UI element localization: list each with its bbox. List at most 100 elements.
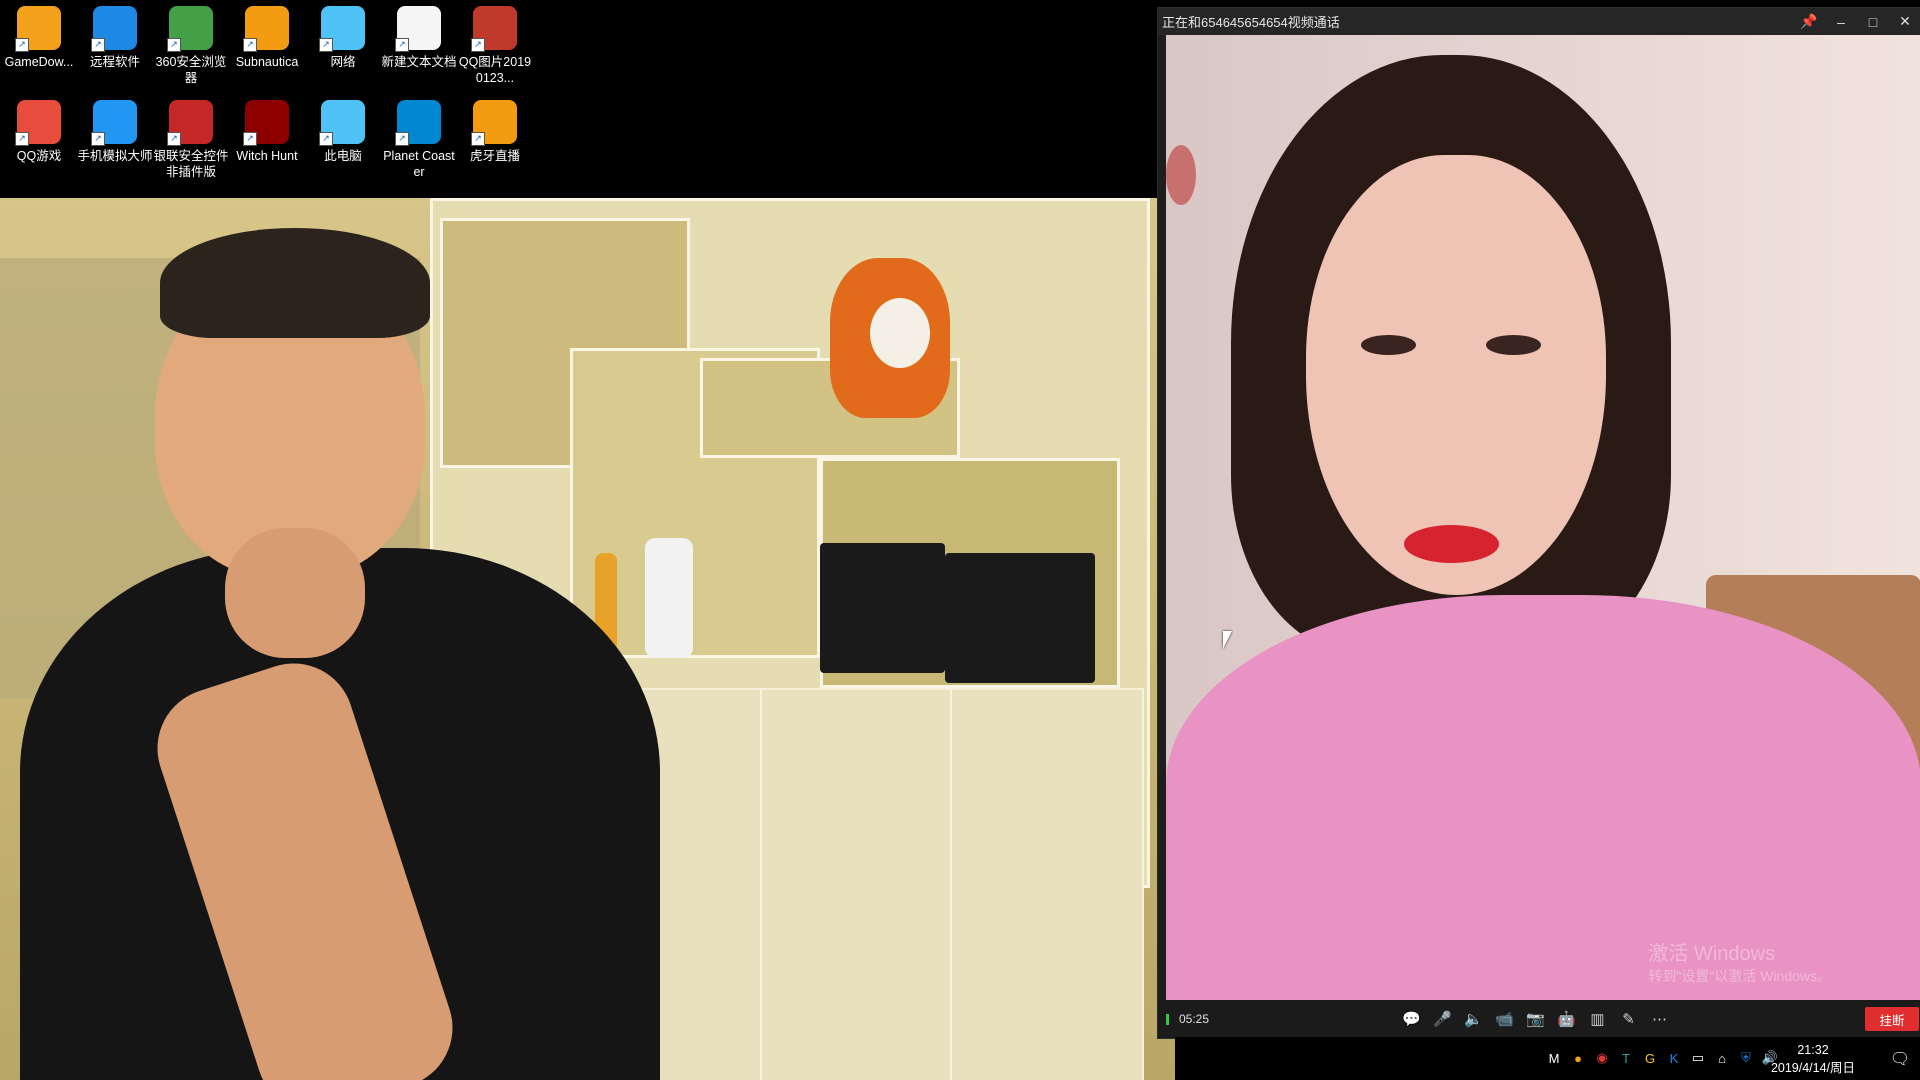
- desktop-icon-label: GameDow...: [4, 55, 74, 69]
- security-icon[interactable]: ⛨: [1737, 1049, 1755, 1067]
- desktop-icon[interactable]: ↗ 虎牙直播: [456, 100, 534, 164]
- person-hand: [225, 528, 365, 658]
- pin-icon[interactable]: 📌: [1793, 8, 1825, 35]
- phone-emulator-icon: ↗: [91, 100, 137, 146]
- chat-icon[interactable]: 💬: [1396, 1000, 1427, 1038]
- local-camera-feed: [0, 198, 1175, 1080]
- gamedownload-icon: ↗: [15, 6, 61, 52]
- shortcut-arrow-icon: ↗: [243, 38, 257, 52]
- desktop-icon-label: 虎牙直播: [469, 149, 520, 163]
- live-indicator: [1166, 1013, 1169, 1025]
- huya-live-icon: ↗: [471, 100, 517, 146]
- gmail-icon[interactable]: M: [1545, 1049, 1563, 1067]
- desktop-icon[interactable]: ↗ 银联安全控件非插件版: [152, 100, 230, 180]
- remote-camera-feed: 激活 Windows 转到"设置"以激活 Windows。: [1166, 35, 1920, 1000]
- watermark-title: 激活 Windows: [1648, 943, 1776, 965]
- desktop-icon-label: 手机模拟大师: [77, 149, 153, 163]
- notification-icon[interactable]: 🗨: [1888, 1047, 1912, 1071]
- desktop-icon-label: 远程软件: [89, 55, 140, 69]
- remote-person-lips: [1404, 525, 1499, 563]
- call-control-bar: 05:25 💬 🎤 🔈 📹 📷 🤖 ▥ ✎ ⋯ 挂断: [1158, 1000, 1920, 1038]
- display-icon[interactable]: ▭: [1689, 1049, 1707, 1067]
- g-icon[interactable]: G: [1641, 1049, 1659, 1067]
- k-icon[interactable]: K: [1665, 1049, 1683, 1067]
- game-icon[interactable]: ●: [1569, 1049, 1587, 1067]
- desktop-icon-label: Witch Hunt: [236, 149, 298, 163]
- shortcut-arrow-icon: ↗: [319, 38, 333, 52]
- desktop-icon-label: 新建文本文档: [381, 55, 457, 69]
- text-document-icon: ↗: [395, 6, 441, 52]
- call-timer: 05:25: [1166, 1012, 1209, 1026]
- video-call-window[interactable]: 正在和6546456546​54视频通话 📌 – □ ✕ 激活 Windows …: [1157, 7, 1920, 1039]
- shortcut-arrow-icon: ↗: [395, 38, 409, 52]
- hangup-button[interactable]: 挂断: [1865, 1007, 1919, 1031]
- camera-toggle-icon[interactable]: 📹: [1489, 1000, 1520, 1038]
- shortcut-arrow-icon: ↗: [471, 38, 485, 52]
- desktop-icon[interactable]: ↗ QQ图片20190123...: [456, 6, 534, 86]
- mouse-cursor-icon: [1223, 631, 1232, 649]
- shortcut-arrow-icon: ↗: [319, 132, 333, 146]
- shortcut-arrow-icon: ↗: [395, 132, 409, 146]
- desktop-icon[interactable]: ↗ 网络: [304, 6, 382, 70]
- shortcut-arrow-icon: ↗: [15, 132, 29, 146]
- chrome-icon[interactable]: ◉: [1593, 1049, 1611, 1067]
- person-hair: [160, 228, 430, 338]
- watermark-subtitle: 转到"设置"以激活 Windows。: [1648, 968, 1831, 984]
- desktop-icon-label: 网络: [330, 55, 356, 69]
- maximize-icon[interactable]: □: [1857, 8, 1889, 35]
- title-bar[interactable]: 正在和6546456546​54视频通话 📌 – □ ✕: [1158, 8, 1920, 35]
- desktop-icon[interactable]: ↗ 新建文本文档: [380, 6, 458, 70]
- this-pc-icon: ↗: [319, 100, 365, 146]
- clock-date: 2019/4/14/周日: [1770, 1061, 1856, 1075]
- qq-image-icon: ↗: [471, 6, 517, 52]
- speaker: [945, 553, 1095, 683]
- teamviewer-icon: ↗: [91, 6, 137, 52]
- screenshot-icon[interactable]: 📷: [1520, 1000, 1551, 1038]
- window-title: 正在和6546456546​54视频通话: [1162, 15, 1340, 30]
- network-globe-icon: ↗: [319, 6, 365, 52]
- white-toy: [870, 298, 930, 368]
- shortcut-arrow-icon: ↗: [243, 132, 257, 146]
- speaker-icon[interactable]: 🔈: [1458, 1000, 1489, 1038]
- cabinet-door: [950, 688, 1144, 1080]
- effects-icon[interactable]: 🤖: [1551, 1000, 1582, 1038]
- desktop-icon[interactable]: ↗ Subnautica: [228, 6, 306, 70]
- desktop-icon-label: QQ游戏: [16, 149, 62, 163]
- qq-game-icon: ↗: [15, 100, 61, 146]
- desktop-icon[interactable]: ↗ 远程软件: [76, 6, 154, 70]
- wall-decor: [1166, 145, 1196, 205]
- layout-icon[interactable]: ▥: [1582, 1000, 1613, 1038]
- desktop-icon[interactable]: ↗ Planet Coaster: [380, 100, 458, 180]
- desktop-icon-label: Subnautica: [235, 55, 299, 69]
- desktop: ↗ GameDow... ↗ 远程软件 ↗ 360安全浏览器 ↗ Subnautica ↗ 网络 ↗…: [0, 0, 1160, 200]
- shortcut-arrow-icon: ↗: [167, 132, 181, 146]
- desktop-icon-label: Planet Coaster: [383, 149, 455, 179]
- whiteboard-icon[interactable]: ✎: [1613, 1000, 1644, 1038]
- 360-browser-icon: ↗: [167, 6, 213, 52]
- desktop-icon[interactable]: ↗ GameDow...: [0, 6, 78, 70]
- desktop-icon-label: 360安全浏览器: [155, 55, 227, 85]
- shortcut-arrow-icon: ↗: [91, 38, 105, 52]
- unionpay-shield-icon: ↗: [167, 100, 213, 146]
- cabinet-door: [760, 688, 954, 1080]
- speaker: [820, 543, 945, 673]
- planet-coaster-icon: ↗: [395, 100, 441, 146]
- desktop-icon[interactable]: ↗ 手机模拟大师: [76, 100, 154, 164]
- activation-watermark: 激活 Windows 转到"设置"以激活 Windows。: [1648, 937, 1831, 986]
- desktop-icon[interactable]: ↗ 此电脑: [304, 100, 382, 164]
- minimize-icon[interactable]: –: [1825, 8, 1857, 35]
- taskbar: M ● ◉ T G K ▭ ⌂ ⛨ 🔊 21:32 2019/4/14/周日 🗨: [1175, 1037, 1920, 1080]
- desktop-icon[interactable]: ↗ Witch Hunt: [228, 100, 306, 164]
- tm-icon[interactable]: T: [1617, 1049, 1635, 1067]
- more-icon[interactable]: ⋯: [1644, 1000, 1675, 1038]
- desktop-icon[interactable]: ↗ 360安全浏览器: [152, 6, 230, 86]
- close-icon[interactable]: ✕: [1889, 8, 1920, 35]
- microphone-icon[interactable]: 🎤: [1427, 1000, 1458, 1038]
- shortcut-arrow-icon: ↗: [91, 132, 105, 146]
- desktop-icon-label: QQ图片20190123...: [458, 55, 532, 85]
- shortcut-arrow-icon: ↗: [15, 38, 29, 52]
- network-icon[interactable]: ⌂: [1713, 1049, 1731, 1067]
- remote-person-eye: [1361, 335, 1416, 355]
- desktop-icon[interactable]: ↗ QQ游戏: [0, 100, 78, 164]
- clock[interactable]: 21:32 2019/4/14/周日: [1767, 1041, 1859, 1077]
